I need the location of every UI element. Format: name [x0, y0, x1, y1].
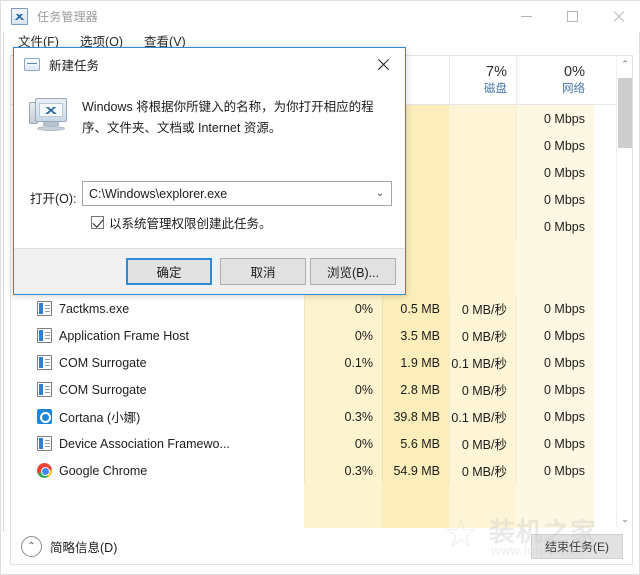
task-manager-icon	[11, 8, 28, 25]
cancel-button[interactable]: 取消	[220, 258, 306, 285]
cell-memory: 0.5 MB	[382, 295, 449, 322]
process-name: COM Surrogate	[59, 376, 147, 403]
close-icon	[612, 10, 625, 23]
cell-disk: 0 MB/秒	[449, 322, 516, 349]
vertical-scrollbar[interactable]: ⌃ ⌄	[616, 56, 632, 528]
new-task-dialog: 新建任务 Windows 将根据你所键入的名称，为你打开相应的程序、文件夹、文档…	[13, 47, 406, 295]
window-icon	[37, 301, 52, 316]
column-disk-label: 磁盘	[450, 82, 507, 96]
column-network-percent: 0%	[517, 63, 585, 81]
cell-memory: 3.5 MB	[382, 322, 449, 349]
cell-memory: 2.8 MB	[382, 376, 449, 403]
column-header-disk[interactable]: 7% 磁盘	[449, 56, 516, 104]
cell-network: 0 Mbps	[516, 295, 594, 322]
end-task-button[interactable]: 结束任务(E)	[531, 534, 623, 559]
browse-button[interactable]: 浏览(B)...	[310, 258, 396, 285]
cell-memory: 54.9 MB	[382, 457, 449, 484]
cell-network: 0 Mbps	[516, 403, 594, 430]
window-icon	[37, 436, 52, 451]
cell-network: 0 Mbps	[516, 349, 594, 376]
cell-network: 0 Mbps	[516, 376, 594, 403]
cortana-icon	[37, 409, 52, 424]
fewer-details-button[interactable]: ⌃ 简略信息(D)	[21, 536, 117, 557]
cell-network: 0 Mbps	[516, 457, 594, 484]
background-window-sliver	[1, 32, 8, 532]
cell-network: 0 Mbps	[516, 105, 594, 132]
table-row[interactable]: COM Surrogate 0.1% 1.9 MB 0.1 MB/秒 0 Mbp…	[11, 349, 618, 376]
computer-monitor-icon	[29, 98, 71, 134]
cell-memory: 5.6 MB	[382, 430, 449, 457]
process-name: Google Chrome	[59, 457, 147, 484]
window-icon	[37, 355, 52, 370]
process-name: Application Frame Host	[59, 322, 189, 349]
dialog-close-button[interactable]	[361, 48, 405, 80]
cell-disk: 0 MB/秒	[449, 295, 516, 322]
scroll-down-arrow-icon[interactable]: ⌄	[617, 511, 633, 528]
cell-network: 0 Mbps	[516, 186, 594, 213]
ok-button[interactable]: 确定	[126, 258, 212, 285]
cell-cpu: 0%	[304, 322, 382, 349]
maximize-icon	[567, 11, 578, 22]
cell-network: 0 Mbps	[516, 430, 594, 457]
fewer-details-label: 简略信息(D)	[50, 537, 117, 556]
table-row[interactable]: Google Chrome 0.3% 54.9 MB 0 MB/秒 0 Mbps	[11, 457, 618, 484]
task-manager-window: 任务管理器 文件(F) 选项(O) 查看(V) 7% 磁盘 0%	[0, 0, 640, 575]
cell-cpu: 0.3%	[304, 457, 382, 484]
status-bar: ⌃ 简略信息(D) 结束任务(E)	[10, 528, 633, 565]
cell-cpu: 0%	[304, 430, 382, 457]
scroll-up-arrow-icon[interactable]: ⌃	[617, 56, 633, 73]
process-name: Device Association Framewo...	[59, 430, 230, 457]
cell-disk: 0.1 MB/秒	[449, 349, 516, 376]
admin-privilege-checkbox[interactable]	[91, 216, 104, 229]
process-name: Cortana (小娜)	[59, 403, 140, 430]
table-row[interactable]: Device Association Framewo... 0% 5.6 MB …	[11, 430, 618, 457]
chevron-down-icon[interactable]: ⌄	[369, 188, 391, 199]
dialog-titlebar: 新建任务	[14, 48, 405, 80]
chevron-up-icon: ⌃	[21, 536, 42, 557]
window-icon	[37, 382, 52, 397]
minimize-icon	[521, 16, 532, 17]
open-combobox[interactable]: C:\Windows\explorer.exe ⌄	[82, 181, 392, 206]
window-title: 任务管理器	[37, 8, 98, 25]
cell-network: 0 Mbps	[516, 213, 594, 240]
dialog-description: Windows 将根据你所键入的名称，为你打开相应的程序、文件夹、文档或 Int…	[82, 97, 389, 139]
window-icon	[37, 328, 52, 343]
dialog-body: Windows 将根据你所键入的名称，为你打开相应的程序、文件夹、文档或 Int…	[14, 80, 405, 250]
cell-memory: 39.8 MB	[382, 403, 449, 430]
column-disk-percent: 7%	[450, 63, 507, 81]
column-header-network[interactable]: 0% 网络	[516, 56, 594, 104]
cell-network: 0 Mbps	[516, 159, 594, 186]
dialog-footer: 确定 取消 浏览(B)...	[14, 248, 405, 294]
cell-cpu: 0.1%	[304, 349, 382, 376]
scrollbar-thumb[interactable]	[618, 78, 632, 148]
cell-cpu: 0.3%	[304, 403, 382, 430]
cell-disk: 0 MB/秒	[449, 376, 516, 403]
process-name: COM Surrogate	[59, 349, 147, 376]
cell-disk: 0.1 MB/秒	[449, 403, 516, 430]
new-task-icon	[24, 58, 40, 71]
open-field-label: 打开(O):	[30, 188, 77, 207]
column-network-label: 网络	[517, 82, 585, 96]
cell-cpu: 0%	[304, 295, 382, 322]
cell-memory: 1.9 MB	[382, 349, 449, 376]
cell-network: 0 Mbps	[516, 322, 594, 349]
chrome-icon	[37, 463, 52, 478]
process-name: 7actkms.exe	[59, 295, 129, 322]
cell-network: 0 Mbps	[516, 132, 594, 159]
admin-privilege-label: 以系统管理权限创建此任务。	[109, 213, 272, 232]
admin-privilege-checkbox-row[interactable]: 以系统管理权限创建此任务。	[91, 213, 272, 232]
open-input-value[interactable]: C:\Windows\explorer.exe	[89, 187, 369, 201]
table-row[interactable]: 7actkms.exe 0% 0.5 MB 0 MB/秒 0 Mbps	[11, 295, 618, 322]
table-row[interactable]: Cortana (小娜) 0.3% 39.8 MB 0.1 MB/秒 0 Mbp…	[11, 403, 618, 430]
cell-disk: 0 MB/秒	[449, 457, 516, 484]
dialog-title: 新建任务	[49, 55, 99, 74]
table-row[interactable]: Application Frame Host 0% 3.5 MB 0 MB/秒 …	[11, 322, 618, 349]
close-icon	[377, 58, 390, 71]
table-row[interactable]: COM Surrogate 0% 2.8 MB 0 MB/秒 0 Mbps	[11, 376, 618, 403]
cell-disk: 0 MB/秒	[449, 430, 516, 457]
cell-cpu: 0%	[304, 376, 382, 403]
